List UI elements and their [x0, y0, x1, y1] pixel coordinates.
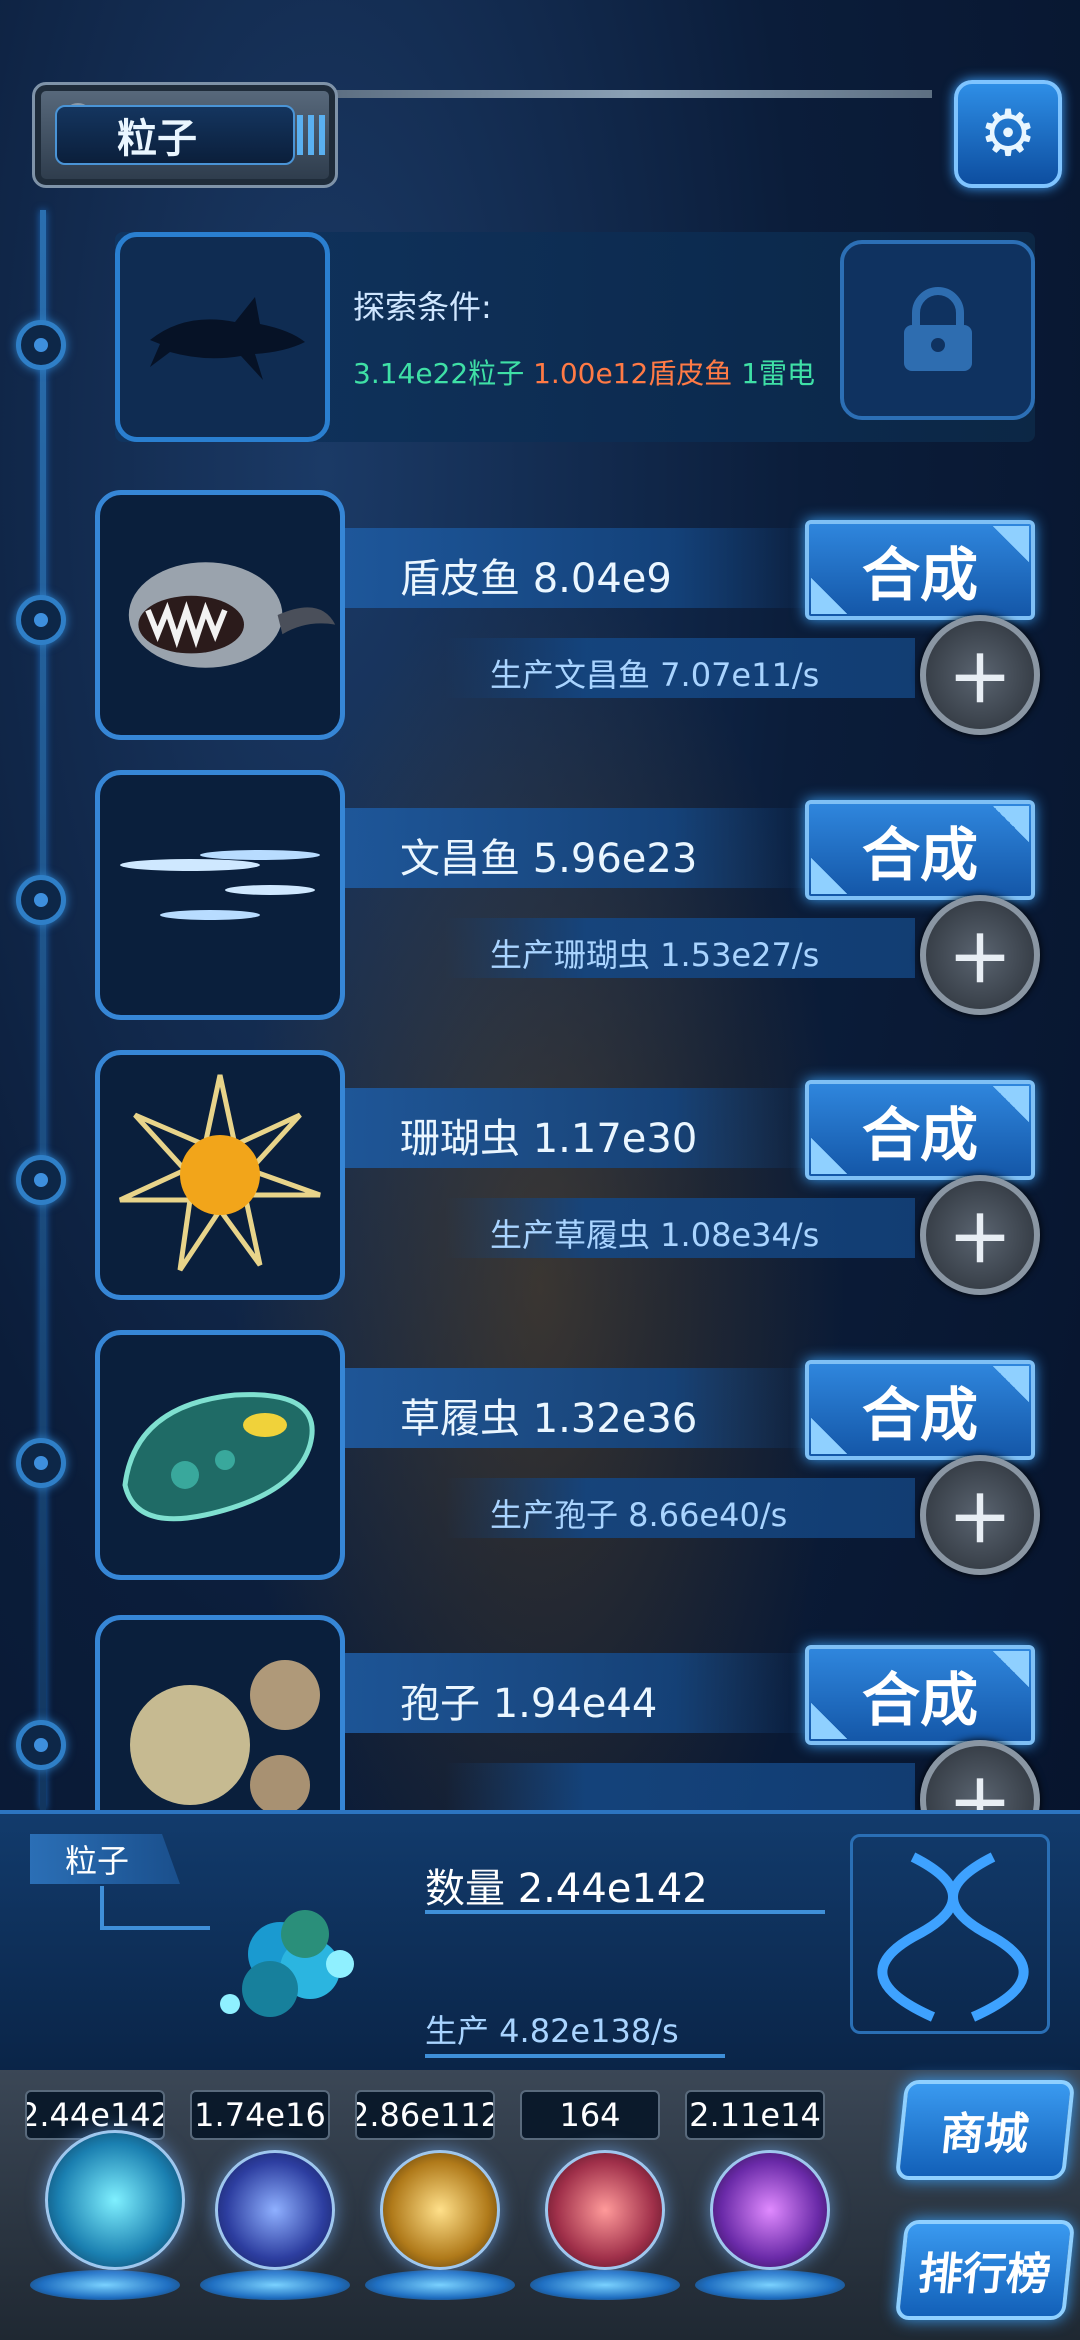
pedestal [200, 2270, 350, 2300]
leaderboard-button[interactable]: 排行榜 [894, 2220, 1076, 2320]
creature-name-bar: 草履虫 1.32e36 [345, 1368, 815, 1448]
lock-icon [903, 287, 972, 371]
creature-produce-bar: 生产文昌鱼 7.07e11/s [445, 638, 915, 698]
circuit-line [100, 1886, 104, 1926]
cond-fish: 1.00e12盾皮鱼 [533, 357, 733, 390]
creature-name-bar: 孢子 1.94e44 [345, 1653, 815, 1733]
tab-vortex-orb[interactable] [710, 2150, 830, 2270]
resource-production: 生产 4.82e138/s [425, 2012, 679, 2050]
armored-fish-icon [128, 562, 336, 668]
creature-thumb[interactable] [95, 1330, 345, 1580]
creature-row-dunkleosteus: 盾皮鱼 8.04e9 生产文昌鱼 7.07e11/s 合成 ＋ [0, 490, 1080, 760]
tab-galaxy-orb[interactable] [380, 2150, 500, 2270]
creature-name-bar: 珊瑚虫 1.17e30 [345, 1088, 815, 1168]
resource-tag: 粒子 [30, 1834, 180, 1884]
pedestal [530, 2270, 680, 2300]
creature-name: 草履虫 1.32e36 [400, 1396, 698, 1442]
synthesize-button[interactable]: 合成 [805, 1645, 1035, 1745]
creature-thumb[interactable] [95, 1615, 345, 1810]
explore-panel: 探索条件: 3.14e22粒子 1.00e12盾皮鱼 1雷电 [115, 232, 1035, 442]
upgrade-plus-button[interactable]: ＋ [920, 895, 1040, 1015]
resource-panel: 粒子 数量 2.44e142 生产 4.82e138/s [0, 1810, 1080, 2074]
pedestal [365, 2270, 515, 2300]
resource-count: 数量 2.44e142 [425, 1866, 708, 1912]
tab-brain-orb[interactable] [545, 2150, 665, 2270]
creature-thumb[interactable] [95, 770, 345, 1020]
synthesize-button[interactable]: 合成 [805, 520, 1035, 620]
creature-thumb[interactable] [95, 1050, 345, 1300]
creature-name: 盾皮鱼 8.04e9 [400, 556, 672, 602]
upgrade-plus-button[interactable]: ＋ [920, 1175, 1040, 1295]
spine-node-lock [16, 320, 66, 370]
coral-polyp-icon [118, 1074, 321, 1272]
creature-name-bar: 盾皮鱼 8.04e9 [345, 528, 815, 608]
explore-conditions: 3.14e22粒子 1.00e12盾皮鱼 1雷电 [353, 352, 815, 392]
upgrade-plus-button[interactable]: ＋ [920, 1740, 1040, 1810]
particle-cluster-icon [220, 1910, 354, 2017]
plus-icon: ＋ [948, 644, 1012, 718]
nav-value-brain: 164 [520, 2090, 660, 2140]
dna-panel [850, 1834, 1050, 2034]
cond-thunder: 1雷电 [741, 357, 816, 390]
creature-produce: 生产珊瑚虫 1.53e27/s [490, 936, 820, 974]
nav-value-thunder: 1.74e16 [190, 2090, 330, 2140]
spore-icon [130, 1660, 320, 1810]
creature-row-paramecium: 草履虫 1.32e36 生产孢子 8.66e40/s 合成 ＋ [0, 1330, 1080, 1600]
synthesize-button[interactable]: 合成 [805, 1360, 1035, 1460]
locked-creature-thumb [115, 232, 330, 442]
creature-name: 孢子 1.94e44 [400, 1681, 658, 1727]
pedestal [30, 2270, 180, 2300]
creature-produce-bar: 生产草履虫 1.08e34/s [445, 1198, 915, 1258]
circuit-line [100, 1926, 210, 1930]
creature-name-bar: 文昌鱼 5.96e23 [345, 808, 815, 888]
lancelet-icon [120, 850, 320, 920]
nav-value-vortex: 2.11e14 [685, 2090, 825, 2140]
explore-label: 探索条件: [353, 288, 492, 326]
cond-particles: 3.14e22粒子 [353, 357, 525, 390]
creature-row-coral-polyp: 珊瑚虫 1.17e30 生产草履虫 1.08e34/s 合成 ＋ [0, 1050, 1080, 1320]
locked-button[interactable] [840, 240, 1035, 420]
plus-icon: ＋ [948, 1484, 1012, 1558]
circuit-line [425, 2054, 725, 2058]
creature-thumb[interactable] [95, 490, 345, 740]
upgrade-plus-button[interactable]: ＋ [920, 615, 1040, 735]
synthesize-button[interactable]: 合成 [805, 800, 1035, 900]
synthesize-button[interactable]: 合成 [805, 1080, 1035, 1180]
plus-icon: ＋ [948, 1769, 1012, 1810]
creature-produce-bar: 生产孢子 8.66e40/s [445, 1478, 915, 1538]
bottom-nav: 2.44e142 1.74e16 2.86e112 164 2.11e14 商城… [0, 2070, 1080, 2340]
nav-value-galaxy: 2.86e112 [355, 2090, 495, 2140]
creature-produce-bar: 生产珊瑚虫 1.53e27/s [445, 918, 915, 978]
creature-produce: 生产孢子 8.66e40/s [490, 1496, 788, 1534]
frame-line [332, 90, 932, 98]
title-plate: 粒子 [32, 82, 338, 188]
creature-produce: 生产草履虫 1.08e34/s [490, 1216, 820, 1254]
creature-produce: 生产文昌鱼 7.07e11/s [490, 656, 820, 694]
plus-icon: ＋ [948, 924, 1012, 998]
settings-button[interactable]: ⚙ [954, 80, 1062, 188]
gear-icon: ⚙ [979, 97, 1037, 171]
shark-silhouette-icon [150, 297, 305, 380]
tab-particles-orb[interactable] [45, 2130, 185, 2270]
creature-row-spore: 孢子 1.94e44 合成 ＋ [0, 1615, 1080, 1810]
page-title: 粒子 [55, 105, 295, 165]
creature-name: 文昌鱼 5.96e23 [400, 836, 698, 882]
top-bar: 粒子 ⚙ [12, 70, 1072, 210]
creature-row-amphioxus: 文昌鱼 5.96e23 生产珊瑚虫 1.53e27/s 合成 ＋ [0, 770, 1080, 1040]
upgrade-plus-button[interactable]: ＋ [920, 1455, 1040, 1575]
tab-thunder-orb[interactable] [215, 2150, 335, 2270]
plus-icon: ＋ [948, 1204, 1012, 1278]
creature-name: 珊瑚虫 1.17e30 [400, 1116, 698, 1162]
title-bars [297, 115, 325, 155]
shop-button[interactable]: 商城 [894, 2080, 1076, 2180]
pedestal [695, 2270, 845, 2300]
creature-produce-bar [445, 1763, 915, 1810]
dna-icon [877, 1852, 1029, 2022]
paramecium-icon [122, 1392, 315, 1522]
